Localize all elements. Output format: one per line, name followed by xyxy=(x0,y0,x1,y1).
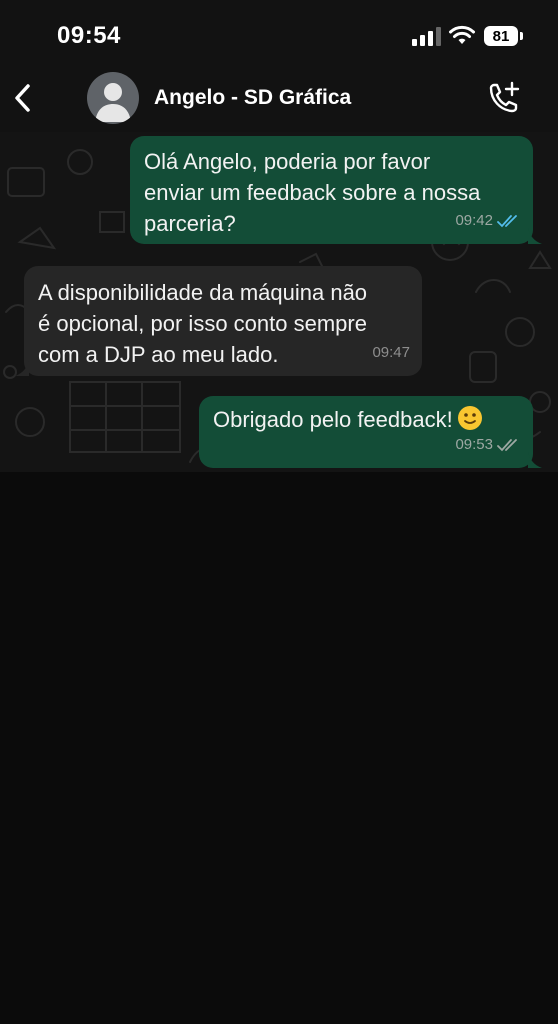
battery-cap xyxy=(520,32,523,40)
message-text-content: Obrigado pelo feedback! xyxy=(213,407,453,432)
chevron-left-icon[interactable] xyxy=(10,80,34,116)
avatar-placeholder-icon xyxy=(95,83,131,122)
battery-icon: 81 xyxy=(484,26,523,46)
message-meta: 09:47 xyxy=(372,337,410,368)
wifi-icon xyxy=(449,25,475,44)
read-ticks-icon xyxy=(497,214,517,227)
chat-area[interactable]: Olá Angelo, poderia por favor enviar um … xyxy=(0,132,558,472)
message-meta: 09:42 xyxy=(455,205,521,236)
status-bar: 09:54 81 xyxy=(0,0,558,62)
bubble-tail xyxy=(528,228,542,244)
bubble-tail xyxy=(15,360,29,376)
add-call-icon[interactable] xyxy=(484,80,522,116)
message-outgoing[interactable]: Obrigado pelo feedback! 09:53 xyxy=(199,396,542,468)
contact-name[interactable]: Angelo - SD Gráfica xyxy=(154,86,351,110)
message-incoming[interactable]: A disponibilidade da máquina não é opcio… xyxy=(15,266,422,376)
message-outgoing[interactable]: Olá Angelo, poderia por favor enviar um … xyxy=(130,136,542,244)
message-meta: 09:53 xyxy=(455,429,521,460)
chat-header: Angelo - SD Gráfica xyxy=(0,62,558,132)
bubble-tail xyxy=(528,452,542,468)
message-text: A disponibilidade da máquina não é opcio… xyxy=(38,280,368,367)
message-time: 09:53 xyxy=(455,436,493,453)
signal-icon xyxy=(412,27,441,46)
avatar[interactable] xyxy=(87,72,139,124)
delivered-ticks-icon xyxy=(497,438,517,451)
slightly-smiling-face-icon xyxy=(457,406,482,430)
status-time: 09:54 xyxy=(57,22,121,49)
message-time: 09:47 xyxy=(372,344,410,361)
battery-level: 81 xyxy=(492,27,510,45)
message-time: 09:42 xyxy=(455,212,493,229)
